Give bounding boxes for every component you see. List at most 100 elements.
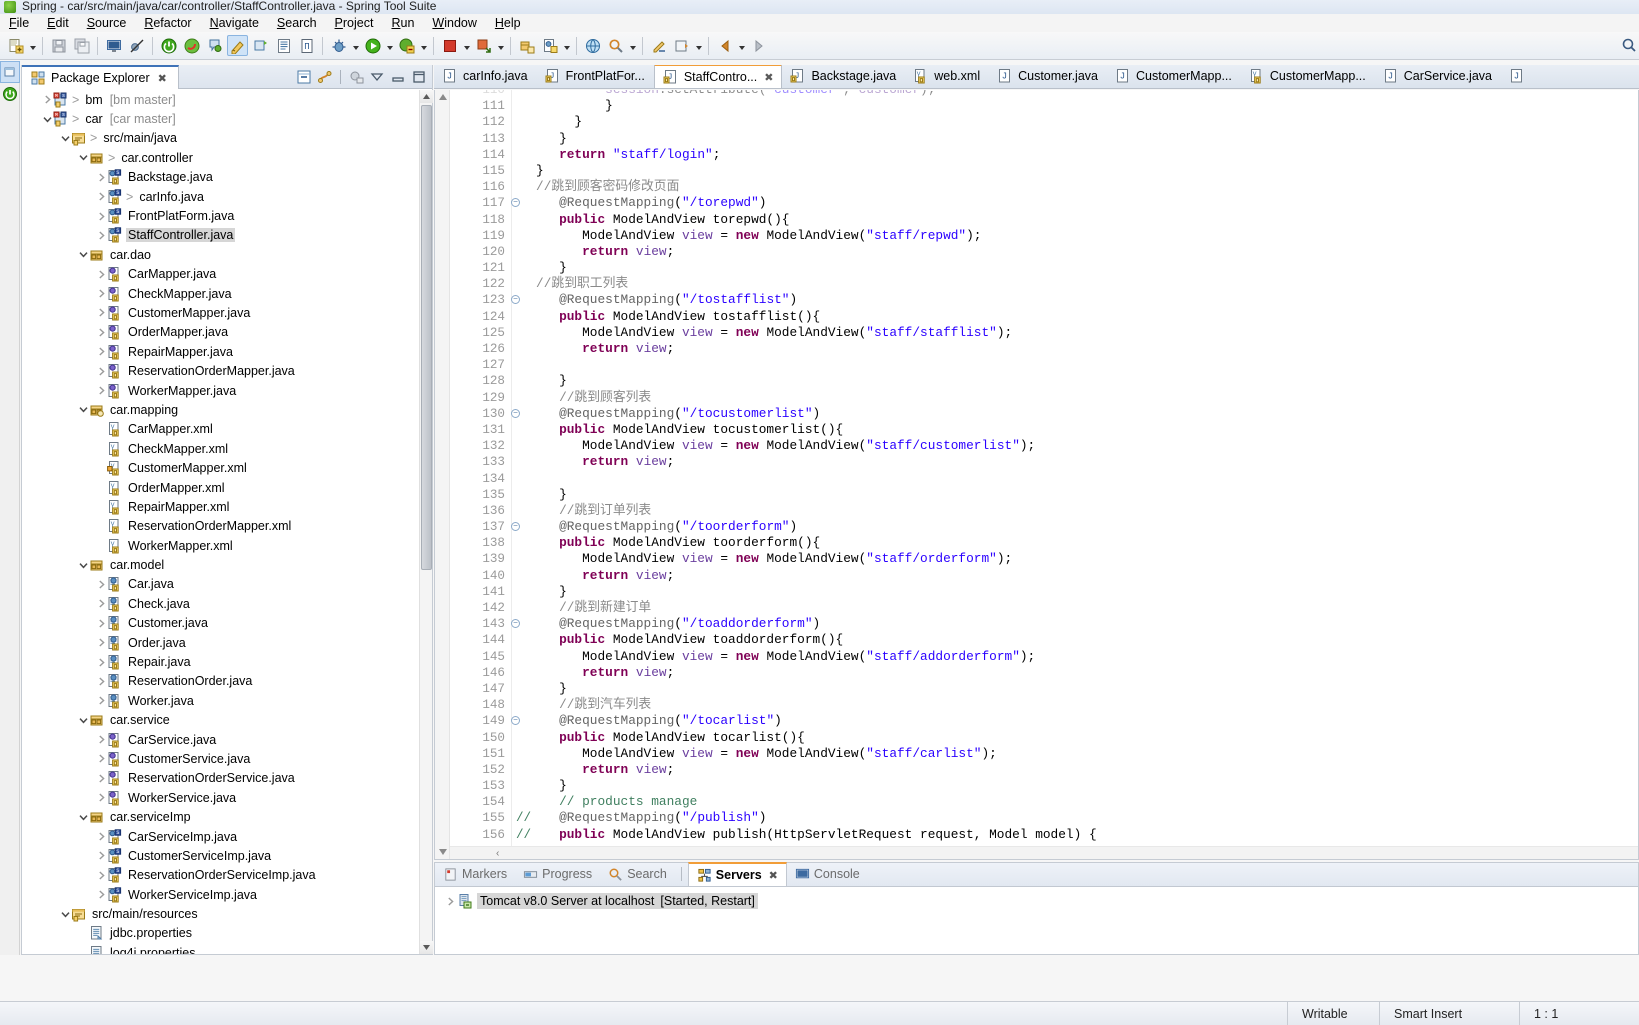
run-dropdown[interactable] xyxy=(384,35,395,56)
new-java-package-button[interactable] xyxy=(516,35,537,56)
editor-tab[interactable]: J xyxy=(1501,65,1539,88)
editor-tab[interactable]: JcarInfo.java xyxy=(434,65,537,88)
chevron-right-icon[interactable] xyxy=(96,633,107,652)
open-task-button[interactable]: Π xyxy=(296,35,317,56)
code-line[interactable]: } xyxy=(513,98,1638,114)
tree-item[interactable]: ReservationOrderService.java xyxy=(22,769,419,788)
code-line[interactable]: public ModelAndView publish(HttpServletR… xyxy=(513,827,1638,843)
chevron-right-icon[interactable] xyxy=(96,284,107,303)
tree-item[interactable]: S ReservationOrderServiceImp.java xyxy=(22,866,419,885)
scroll-up-button[interactable] xyxy=(420,90,433,103)
code-line[interactable]: return view; xyxy=(513,568,1638,584)
close-icon[interactable]: ✖ xyxy=(158,72,167,85)
tree-item[interactable]: Customer.java xyxy=(22,614,419,633)
new-wizard-button[interactable] xyxy=(5,35,26,56)
editor-tab[interactable]: J Backstage.java xyxy=(782,65,905,88)
chevron-right-icon[interactable] xyxy=(96,362,107,381)
menu-search[interactable]: Search xyxy=(268,14,326,32)
publish-button[interactable] xyxy=(473,35,494,56)
tree-item[interactable]: car.dao xyxy=(22,245,419,264)
editor-tab[interactable]: J CarService.java xyxy=(1375,65,1501,88)
code-line[interactable]: return view; xyxy=(513,454,1638,470)
focus-on-active-task-button[interactable] xyxy=(347,68,365,86)
link-with-editor-button[interactable] xyxy=(316,68,334,86)
save-button[interactable] xyxy=(48,35,69,56)
editor-tab[interactable]: J FrontPlatFor... xyxy=(537,65,654,88)
code-line[interactable]: return "staff/login"; xyxy=(513,147,1638,163)
tree-item[interactable]: WorkerMapper.java xyxy=(22,381,419,400)
save-all-button[interactable] xyxy=(71,35,92,56)
tree-item[interactable]: jdbc.properties xyxy=(22,924,419,943)
tree-item[interactable]: S FrontPlatForm.java xyxy=(22,206,419,225)
code-line[interactable]: } xyxy=(513,487,1638,503)
tree-item[interactable]: CheckMapper.java xyxy=(22,284,419,303)
tree-item[interactable]: car.mapping xyxy=(22,400,419,419)
code-line[interactable]: ModelAndView view = new ModelAndView("st… xyxy=(513,551,1638,567)
chevron-right-icon[interactable] xyxy=(96,846,107,865)
chevron-down-icon[interactable] xyxy=(78,245,89,264)
dashboard-button[interactable] xyxy=(204,35,225,56)
chevron-right-icon[interactable] xyxy=(96,691,107,710)
code-line[interactable]: } xyxy=(513,260,1638,276)
menu-navigate[interactable]: Navigate xyxy=(201,14,268,32)
bottom-tab-servers[interactable]: Servers ✖ xyxy=(687,862,787,886)
tree-item[interactable]: > car.controller xyxy=(22,148,419,167)
chevron-right-icon[interactable] xyxy=(96,323,107,342)
open-console-button[interactable] xyxy=(103,35,124,56)
chevron-right-icon[interactable] xyxy=(96,885,107,904)
tree-item[interactable]: γ WorkerMapper.xml xyxy=(22,536,419,555)
chevron-down-icon[interactable] xyxy=(78,711,89,730)
chevron-down-icon[interactable] xyxy=(78,400,89,419)
restore-perspective-button[interactable] xyxy=(0,61,20,83)
chevron-right-icon[interactable] xyxy=(96,265,107,284)
open-type-button[interactable] xyxy=(273,35,294,56)
code-line[interactable]: return view; xyxy=(513,244,1638,260)
tree-item[interactable]: S Backstage.java xyxy=(22,168,419,187)
tree-item[interactable]: > src/main/java xyxy=(22,129,419,148)
menu-file[interactable]: File xyxy=(0,14,38,32)
tree-item[interactable]: S CustomerServiceImp.java xyxy=(22,846,419,865)
next-annotation-button[interactable] xyxy=(671,35,692,56)
code-line[interactable]: @RequestMapping("/toaddorderform") xyxy=(513,616,1638,632)
chevron-right-icon[interactable] xyxy=(96,730,107,749)
editor-tab[interactable]: J CustomerMapp... xyxy=(1107,65,1241,88)
editor-horizontal-scrollbar[interactable]: ‹ xyxy=(450,846,1638,859)
code-line[interactable]: //跳到新建订单 xyxy=(513,600,1638,616)
maximize-button[interactable] xyxy=(410,68,428,86)
editor-tab[interactable]: J StaffContro... ✖ xyxy=(653,65,783,88)
menu-window[interactable]: Window xyxy=(423,14,485,32)
editor-tab[interactable]: γ CustomerMapp... xyxy=(1241,65,1375,88)
tree-item[interactable]: Car.java xyxy=(22,575,419,594)
chevron-right-icon[interactable] xyxy=(96,168,107,187)
chevron-right-icon[interactable] xyxy=(96,207,107,226)
tree-item[interactable]: S > carInfo.java xyxy=(22,187,419,206)
code-line[interactable]: } xyxy=(513,584,1638,600)
tree-item[interactable]: γ OrderMapper.xml xyxy=(22,478,419,497)
bottom-tab-console[interactable]: Console xyxy=(787,862,868,886)
code-line[interactable]: public ModelAndView toaddorderform(){ xyxy=(513,632,1638,648)
code-line[interactable]: @RequestMapping("/tostafflist") xyxy=(513,292,1638,308)
boot-dashboard-strip-button[interactable] xyxy=(0,83,20,105)
bottom-tab-progress[interactable]: Progress xyxy=(515,862,600,886)
chevron-right-icon[interactable] xyxy=(96,827,107,846)
code-line[interactable] xyxy=(513,471,1638,487)
code-line[interactable]: } xyxy=(513,163,1638,179)
terminate-button[interactable] xyxy=(439,35,460,56)
boot-dashboard-button[interactable] xyxy=(158,35,179,56)
code-line[interactable]: } xyxy=(513,373,1638,389)
chevron-right-icon[interactable] xyxy=(96,594,107,613)
tree-item[interactable]: car.serviceImp xyxy=(22,807,419,826)
tree-item[interactable]: M S > car [car master] xyxy=(22,109,419,128)
tree-scrollbar[interactable] xyxy=(419,90,433,954)
run-external-tools-dropdown[interactable] xyxy=(418,35,429,56)
code-line[interactable]: return view; xyxy=(513,665,1638,681)
code-line[interactable]: @RequestMapping("/toorderform") xyxy=(513,519,1638,535)
chevron-right-icon[interactable] xyxy=(96,769,107,788)
code-content[interactable]: session.setAttribute("customer", custome… xyxy=(513,90,1638,859)
code-line[interactable]: //跳到汽车列表 xyxy=(513,697,1638,713)
collapse-all-button[interactable] xyxy=(295,68,313,86)
scroll-down-button[interactable] xyxy=(435,845,450,859)
tree-item[interactable]: CarService.java xyxy=(22,730,419,749)
new-bean-button[interactable] xyxy=(250,35,271,56)
tree-item[interactable]: CustomerService.java xyxy=(22,749,419,768)
